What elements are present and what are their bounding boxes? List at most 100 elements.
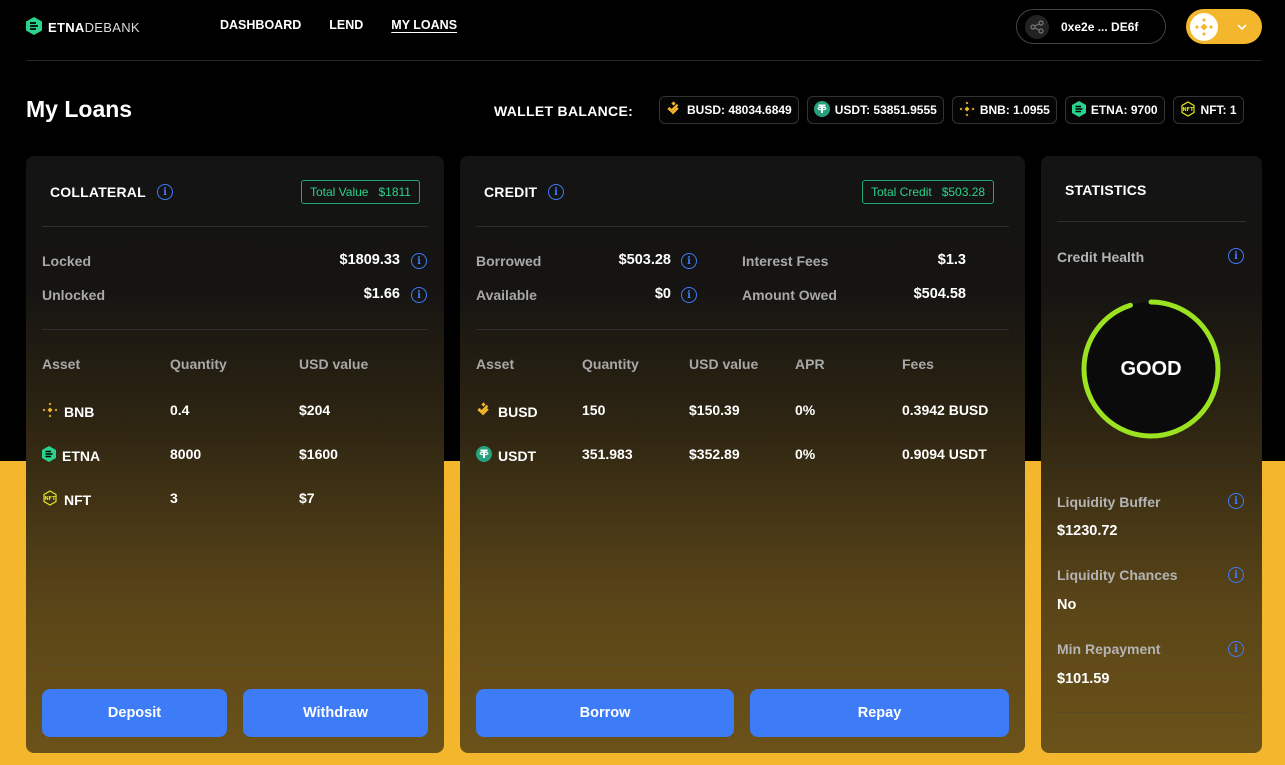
available-label: Available <box>476 287 537 303</box>
liquidity-chances-value: No <box>1057 597 1077 613</box>
liquidity-buffer-value: $1230.72 <box>1057 523 1118 539</box>
deposit-button[interactable]: Deposit <box>42 689 227 737</box>
etna-icon <box>1071 100 1086 120</box>
brand-logo[interactable]: ETNADEBANK <box>26 17 140 38</box>
table-row-asset: BUSD <box>476 402 538 421</box>
credit-health-value: GOOD <box>1120 357 1182 380</box>
col-header-asset: Asset <box>476 356 515 372</box>
usdt-icon <box>813 100 830 120</box>
liquidity-buffer-label: Liquidity Buffer <box>1057 494 1161 510</box>
collateral-info-icon[interactable]: i <box>157 184 173 200</box>
divider <box>476 664 1009 665</box>
locked-value: $1809.33 <box>339 252 400 268</box>
credit-badge-value: $503.28 <box>941 185 986 199</box>
unlocked-value: $1.66 <box>363 286 400 302</box>
asset-name: USDT <box>498 447 537 464</box>
divider <box>42 664 428 665</box>
asset-quantity: 150 <box>582 402 606 418</box>
asset-quantity: 8000 <box>170 446 202 462</box>
bnb-icon <box>959 101 975 120</box>
asset-usd-value: $150.39 <box>689 402 740 418</box>
asset-usd-value: $204 <box>299 402 331 418</box>
liquidity-buffer-info-icon[interactable]: i <box>1228 493 1244 509</box>
collateral-badge-value: $1811 <box>378 185 411 199</box>
asset-quantity: 0.4 <box>170 402 190 418</box>
credit-health-info-icon[interactable]: i <box>1228 248 1244 264</box>
col-header-usd-value: USD value <box>689 356 759 372</box>
busd-icon <box>666 100 682 120</box>
collateral-panel: COLLATERAL i Total Value $1811 Locked $1… <box>26 156 444 753</box>
balance-nft: NFT NFT: 1 <box>1172 96 1244 124</box>
top-navbar: ETNADEBANK DASHBOARD LEND MY LOANS 0xe2e… <box>0 0 1285 60</box>
borrowed-value: $503.28 <box>618 252 671 268</box>
divider <box>42 329 428 330</box>
nav-my-loans[interactable]: MY LOANS <box>391 18 457 32</box>
interest-fees-label: Interest Fees <box>742 253 829 269</box>
credit-health-gauge: GOOD <box>1081 299 1221 439</box>
credit-panel: CREDIT i Total Credit $503.28 Borrowed $… <box>460 156 1025 753</box>
nft-icon: NFT <box>42 490 58 509</box>
balance-usdt-text: USDT: 53851.9555 <box>834 103 937 117</box>
bnb-network-icon <box>1190 12 1218 41</box>
withdraw-button[interactable]: Withdraw <box>243 689 428 737</box>
network-selector[interactable] <box>1186 9 1262 44</box>
wallet-balance-label: WALLET BALANCE: <box>494 103 634 119</box>
asset-name: BUSD <box>498 403 538 420</box>
min-repayment-value: $101.59 <box>1057 671 1110 687</box>
wallet-balances: BUSD: 48034.6849 USDT: 53851.9555 BNB: 1… <box>659 96 1244 124</box>
amount-owed-value: $504.58 <box>913 286 966 302</box>
table-row-asset: BNB <box>42 402 94 421</box>
asset-usd-value: $1600 <box>299 446 338 462</box>
table-row-asset: NFT NFT <box>42 490 91 509</box>
asset-apr: 0% <box>795 446 816 462</box>
share-icon <box>1025 14 1049 39</box>
asset-apr: 0% <box>795 402 816 418</box>
divider <box>1057 221 1246 222</box>
col-header-quantity: Quantity <box>582 356 639 372</box>
borrow-button[interactable]: Borrow <box>476 689 734 737</box>
unlocked-info-icon[interactable]: i <box>411 287 427 303</box>
asset-quantity: 3 <box>170 490 178 506</box>
min-repayment-label: Min Repayment <box>1057 641 1161 657</box>
etna-icon <box>42 446 56 465</box>
borrowed-info-icon[interactable]: i <box>681 253 697 269</box>
balance-etna: ETNA: 9700 <box>1064 96 1165 124</box>
col-header-asset: Asset <box>42 356 81 372</box>
min-repayment-info-icon[interactable]: i <box>1228 641 1244 657</box>
wallet-address: 0xe2e ... DE6f <box>1061 19 1139 34</box>
nav-links: DASHBOARD LEND MY LOANS <box>220 18 457 32</box>
nav-dashboard[interactable]: DASHBOARD <box>220 18 301 32</box>
credit-badge-label: Total Credit <box>871 185 932 199</box>
repay-button[interactable]: Repay <box>750 689 1009 737</box>
balance-bnb-text: BNB: 1.0955 <box>979 103 1050 117</box>
brand-name-light: DEBANK <box>84 20 140 35</box>
etna-logo-icon <box>26 17 42 38</box>
wallet-address-button[interactable]: 0xe2e ... DE6f <box>1016 9 1166 44</box>
col-header-usd-value: USD value <box>299 356 369 372</box>
asset-quantity: 351.983 <box>582 446 633 462</box>
available-info-icon[interactable]: i <box>681 287 697 303</box>
nav-lend[interactable]: LEND <box>329 18 363 32</box>
brand-name-strong: ETNA <box>48 20 85 35</box>
divider <box>1057 712 1246 713</box>
asset-name: BNB <box>64 403 95 420</box>
collateral-badge-label: Total Value <box>310 185 369 199</box>
balance-busd-text: BUSD: 48034.6849 <box>687 103 792 117</box>
borrowed-label: Borrowed <box>476 253 542 269</box>
usdt-icon <box>476 446 492 465</box>
divider <box>42 226 428 227</box>
credit-info-icon[interactable]: i <box>548 184 564 200</box>
balance-etna-text: ETNA: 9700 <box>1090 103 1158 117</box>
balance-usdt: USDT: 53851.9555 <box>806 96 944 124</box>
balance-busd: BUSD: 48034.6849 <box>659 96 799 124</box>
table-row-asset: USDT <box>476 446 536 465</box>
asset-usd-value: $7 <box>299 490 315 506</box>
credit-total-badge: Total Credit $503.28 <box>862 180 995 204</box>
asset-fees: 0.9094 USDT <box>902 446 987 462</box>
liquidity-chances-info-icon[interactable]: i <box>1228 567 1244 583</box>
divider <box>476 226 1009 227</box>
header-divider <box>26 60 1262 61</box>
col-header-apr: APR <box>795 356 825 372</box>
locked-info-icon[interactable]: i <box>411 253 427 269</box>
asset-usd-value: $352.89 <box>689 446 740 462</box>
